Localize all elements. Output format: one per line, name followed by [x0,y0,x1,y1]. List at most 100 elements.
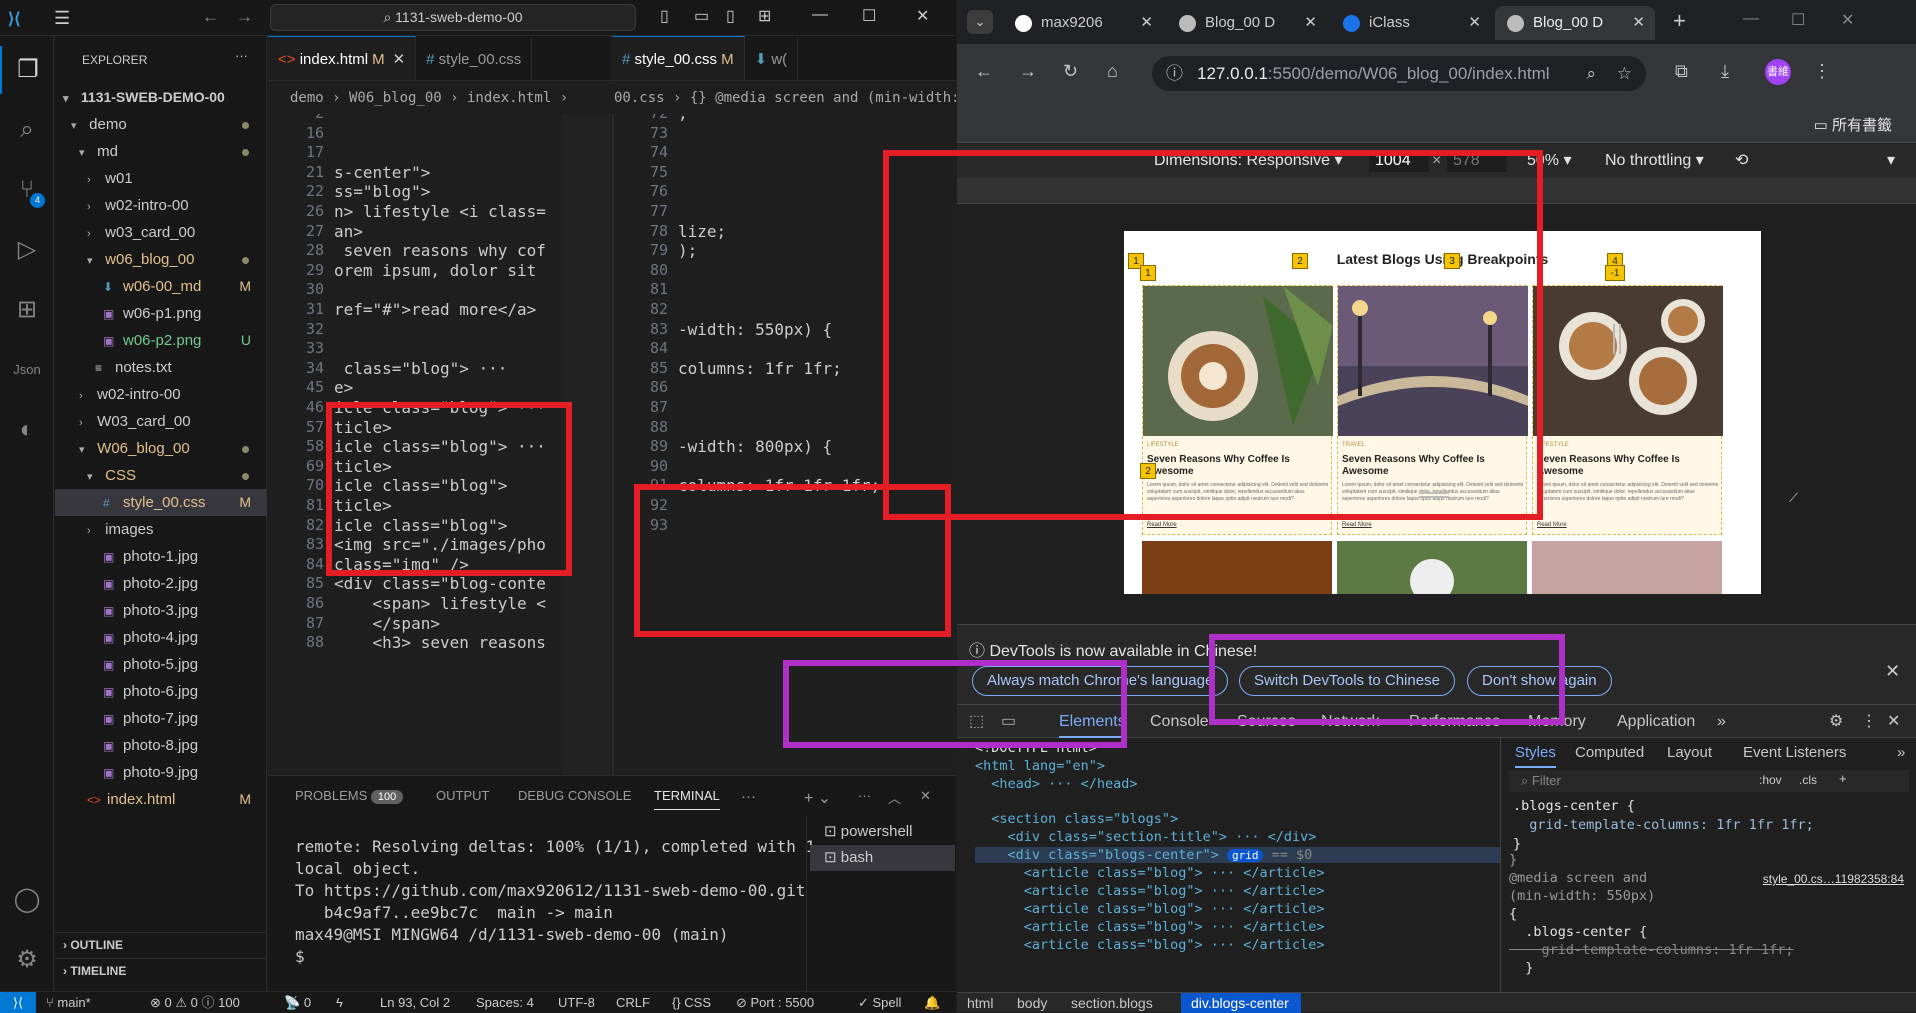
dom-line[interactable]: <!DOCTYPE html> [975,740,1097,756]
style-declaration[interactable]: grid-template-columns: 1fr 1fr 1fr; [1513,817,1813,833]
zoom-select[interactable]: 50% ▾ [1527,144,1572,178]
crumb-section[interactable]: section.blogs [1071,993,1153,1013]
inspect-element-icon[interactable]: ⬚ [969,705,984,738]
devtools-tab-application[interactable]: Application [1617,705,1695,738]
code-line[interactable]: columns: 1fr 1fr 1fr; [678,476,880,495]
code-line[interactable]: <h3> seven reasons [334,633,546,652]
tree-item-file[interactable]: ⬇ w06-00_md M [55,273,267,300]
panel-more-icon[interactable]: ··· [741,788,756,805]
styles-tab-computed[interactable]: Computed [1575,738,1644,768]
code-line[interactable]: -width: 800px) { [678,437,832,456]
shell-powershell[interactable]: ⊡ powershell [810,819,955,845]
lightning-icon[interactable]: ϟ [336,992,343,1013]
dom-line[interactable]: <html lang="en"> [975,758,1105,774]
code-line[interactable]: ; [678,114,688,123]
crumb-html[interactable]: html [967,993,993,1013]
toggle-secondary-sidebar-icon[interactable]: ▯ [726,6,735,26]
live-share-icon[interactable]: ◐ [0,406,54,454]
cursor-position[interactable]: Ln 93, Col 2 [380,992,450,1013]
code-line[interactable]: e> [334,378,353,397]
shell-bash[interactable]: ⊡ bash [810,845,955,871]
cls-toggle[interactable]: .cls [1799,773,1817,787]
code-line[interactable]: ref="#">read more</a> [334,300,536,319]
dom-line[interactable]: <article class="blog"> ··· </article> [975,901,1325,917]
workspace-root[interactable]: ▾ 1131-SWEB-DEMO-00 [55,84,267,111]
code-line[interactable]: ss="blog"> [334,182,430,201]
styles-tab-event-listeners[interactable]: Event Listeners [1743,738,1846,768]
tree-item-file[interactable]: ▣ w06-p2.png U [55,327,267,354]
tree-item-file[interactable]: ▣ photo-8.jpg [55,732,267,759]
close-notice-icon[interactable]: ✕ [1885,661,1900,682]
tab-index-html[interactable]: <> index.html M ✕ [268,36,417,80]
back-icon[interactable]: ← [975,61,993,82]
maximize-icon[interactable]: ☐ [862,6,876,26]
tab-style-css-active[interactable]: # style_00.css M [612,36,745,80]
left-code-editor[interactable]: 2161721 s-center"> 22 ss="blog"> 26 n> lifest… [268,114,611,775]
search-icon[interactable]: ⌕ [0,106,54,154]
maximize-panel-icon[interactable]: ︿ [888,788,901,807]
remote-icon[interactable]: ⟩⟨ [0,992,36,1013]
tree-item-folder[interactable]: › w01 [55,165,267,192]
grid-badge[interactable]: grid [1226,849,1264,862]
close-panel-icon[interactable]: ✕ [920,788,931,804]
dom-line[interactable]: <section class="blogs"> [975,811,1178,827]
maximize-icon[interactable]: ☐ [1791,10,1805,30]
chrome-menu-icon[interactable]: ⋮ [1813,61,1831,82]
editor-split-divider[interactable] [612,114,614,775]
code-line[interactable]: orem ipsum, dolor sit [334,261,536,280]
code-line[interactable]: n> lifestyle <i class= [334,202,546,221]
code-line[interactable]: ticle> [334,496,392,515]
more-style-tabs-icon[interactable]: » [1897,738,1905,768]
tree-item-file[interactable]: ▣ photo-3.jpg [55,597,267,624]
dom-line[interactable]: <article class="blog"> ··· </article> [975,919,1325,935]
devtools-tab-memory[interactable]: Memory [1528,705,1586,738]
tree-item-file[interactable]: # style_00.css M [55,489,267,516]
zoom-icon[interactable]: ⌕ [1586,56,1596,91]
home-icon[interactable]: ⌂ [1107,61,1118,82]
panel-tab-problems[interactable]: PROBLEMS 100 [295,788,404,804]
styles-tab-layout[interactable]: Layout [1667,738,1712,768]
toggle-sidebar-icon[interactable]: ▯ [660,6,669,26]
devtools-menu-icon[interactable]: ⋮ [1861,705,1877,738]
indentation[interactable]: Spaces: 4 [476,992,534,1013]
browser-tab[interactable]: Blog_00 D ✕ [1167,6,1327,40]
dom-line[interactable]: <head> ··· </head> [975,776,1137,792]
problems-indicator[interactable]: ⊗ 0 ⚠ 0 ⓘ 100 [150,992,240,1013]
profile-avatar[interactable]: 書維 [1765,59,1791,85]
devtools-tab-performance[interactable]: Performance [1409,705,1501,738]
tree-item-file[interactable]: ▣ photo-7.jpg [55,705,267,732]
line-ending[interactable]: CRLF [616,992,650,1013]
browser-tab-active[interactable]: Blog_00 D ✕ [1495,6,1655,40]
tree-item-file[interactable]: ≡ notes.txt [55,354,267,381]
forward-icon[interactable]: → [1019,61,1037,82]
dom-line-selected[interactable]: <div class="blogs-center"> grid == $0 [975,847,1500,863]
throttling-select[interactable]: No throttling ▾ [1605,144,1704,178]
styles-tab-styles[interactable]: Styles [1515,738,1556,768]
panel-tab-terminal[interactable]: TERMINAL [654,788,720,810]
tree-item-folder[interactable]: ▾ CSS [55,462,267,489]
device-width-input[interactable]: 1004 [1369,150,1429,172]
run-debug-icon[interactable]: ▷ [0,226,54,274]
more-actions-icon[interactable]: ··· [235,48,248,63]
ports-indicator[interactable]: 📡 0 [284,992,311,1013]
code-line[interactable]: lize; [678,222,726,241]
right-code-editor[interactable]: 72; 737475767778 lize; 79); 80818283 -width: … [612,114,956,775]
tree-item-file[interactable]: ▣ photo-2.jpg [55,570,267,597]
code-line[interactable]: s-center"> [334,163,430,182]
browser-tab[interactable]: iClass ✕ [1331,6,1491,40]
tree-item-folder[interactable]: ▾ demo [55,111,267,138]
new-tab-icon[interactable]: + [1673,8,1686,34]
source-control-icon[interactable]: ⑂ 4 [0,166,54,214]
code-line[interactable]: an> [334,222,363,241]
toggle-panel-icon[interactable]: ▭ [694,6,709,26]
tree-item-folder[interactable]: › images [55,516,267,543]
tree-item-file[interactable]: ▣ photo-1.jpg [55,543,267,570]
browser-tab[interactable]: max9206 ✕ [1003,6,1163,40]
tree-item-file[interactable]: <> index.html M [55,786,267,813]
crumb-div-selected[interactable]: div.blogs-center [1181,993,1301,1013]
tree-item-folder[interactable]: › W03_card_00 [55,408,267,435]
elements-dom-tree[interactable]: <!DOCTYPE html> <html lang="en"> <head> … [957,738,1500,992]
code-line[interactable]: ticle> [334,457,392,476]
back-arrow-icon[interactable]: ← [202,7,219,27]
tree-item-file[interactable]: ▣ w06-p1.png [55,300,267,327]
